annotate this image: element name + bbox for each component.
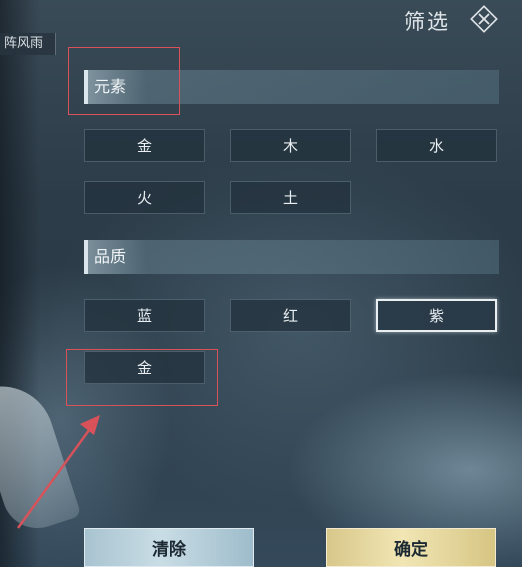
confirm-button[interactable]: 确定 bbox=[326, 528, 496, 567]
clear-button[interactable]: 清除 bbox=[84, 528, 254, 567]
annotation-arrow-icon bbox=[17, 415, 100, 529]
